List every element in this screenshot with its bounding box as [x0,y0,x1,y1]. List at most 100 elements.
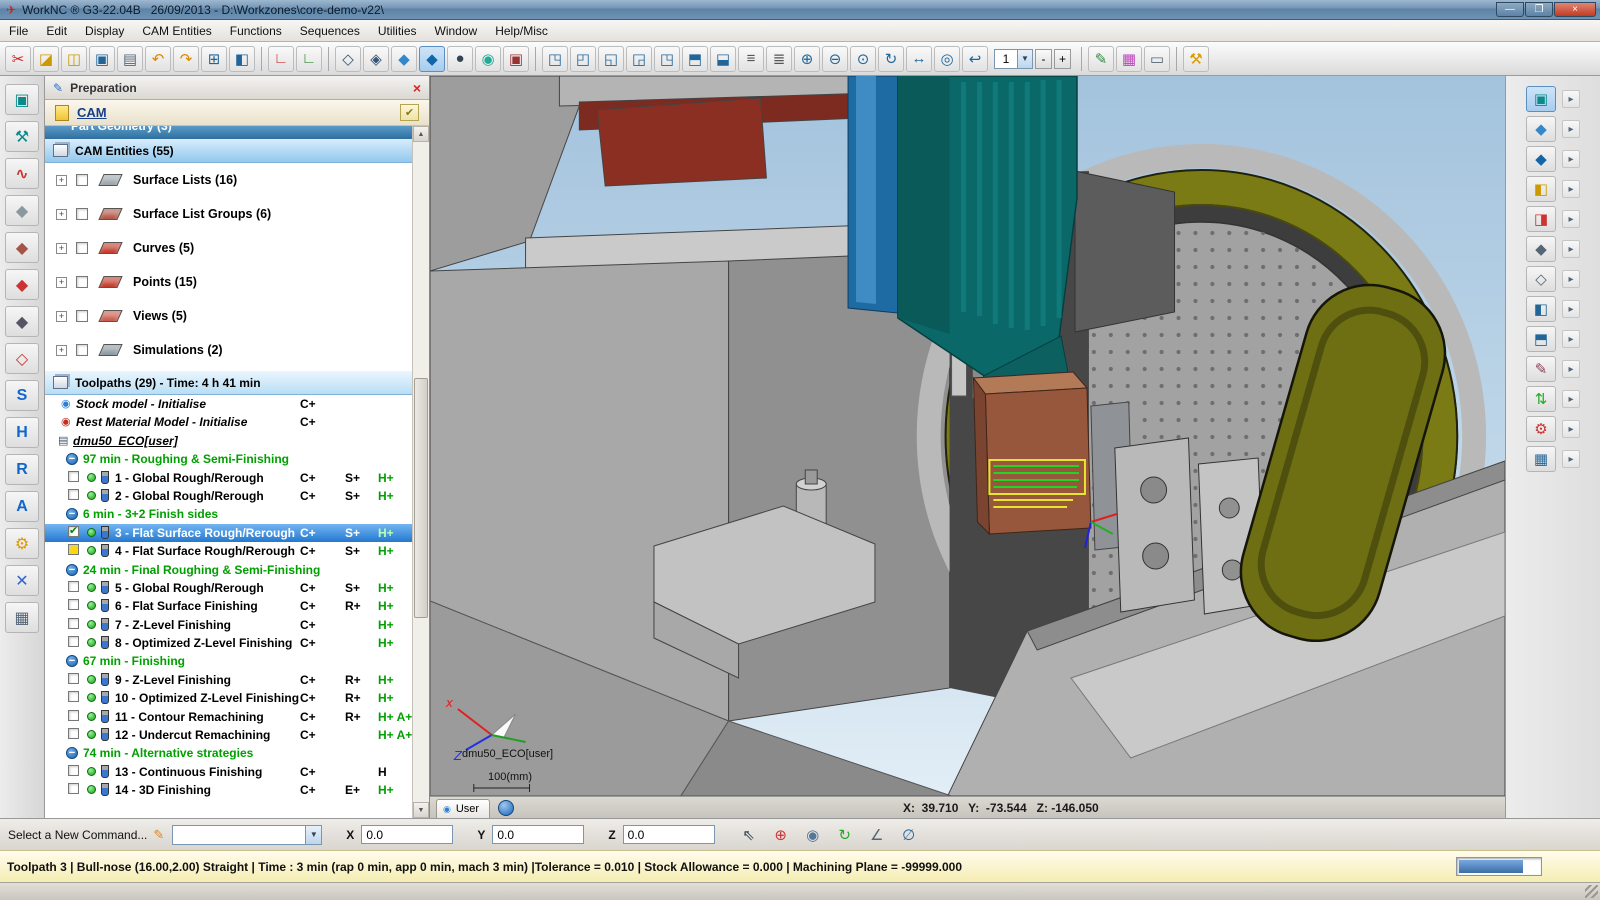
toolpath-row[interactable]: 7 - Z-Level FinishingC+H+ [45,616,412,634]
view-back-icon[interactable]: ◱ [598,46,624,72]
menu-item-sequences[interactable]: Sequences [291,21,369,41]
layer-dropdown-icon[interactable]: ▼ [1018,49,1033,69]
screenshot-icon[interactable]: ▣ [503,46,529,72]
remove-material-icon-aux[interactable]: ▸ [1562,240,1580,258]
remove-material-icon[interactable]: ◆ [1526,236,1556,262]
color-palette-icon[interactable]: ▦ [1116,46,1142,72]
collapse-icon[interactable]: − [66,747,78,759]
shaded-edges-view-icon[interactable]: ◆ [419,46,445,72]
layer-increment-button[interactable]: + [1054,49,1071,69]
surface-red-icon[interactable]: ◆ [5,269,39,300]
entity-row-curves[interactable]: +Curves (5) [45,231,412,265]
entity-checkbox[interactable] [76,344,88,356]
orbit-view-icon[interactable]: ◉ [801,823,825,847]
toolpath-row[interactable]: 11 - Contour RemachiningC+R+H+ A+ [45,708,412,726]
view-sphere-button[interactable] [498,800,514,816]
report-icon[interactable]: ≡ [738,46,764,72]
open-workzone-icon[interactable]: ◫ [61,46,87,72]
grid-icon[interactable]: ⊞ [201,46,227,72]
toolpath-row[interactable]: ◉Stock model - InitialiseC+ [45,395,412,413]
scrollbar-thumb[interactable] [414,378,428,618]
toolpath-group-row[interactable]: −24 min - Final Roughing & Semi-Finishin… [45,561,412,579]
refresh-sim-icon-aux[interactable]: ▸ [1562,420,1580,438]
zoom-in-icon[interactable]: ⊕ [794,46,820,72]
toolpath-row[interactable]: 1 - Global Rough/ReroughC+S+H+ [45,469,412,487]
user-view-tab[interactable]: ◉ User [436,799,490,818]
scroll-up-button[interactable]: ▲ [413,126,429,142]
delete-mode-icon[interactable]: ✕ [5,565,39,596]
surface-outline-icon[interactable]: ◇ [5,343,39,374]
machine-sim-icon-aux[interactable]: ▸ [1562,90,1580,108]
toolpath-row[interactable]: 10 - Optimized Z-Level FinishingC+R+H+ [45,689,412,707]
shaded-cube-icon[interactable]: ◆ [1526,146,1556,172]
transparency-icon[interactable]: ◇ [1526,266,1556,292]
toolpath-checkbox[interactable]: ✔ [68,526,79,537]
menu-item-window[interactable]: Window [426,21,487,41]
undo-icon[interactable]: ↶ [145,46,171,72]
entity-checkbox[interactable] [76,208,88,220]
expand-icon[interactable]: + [56,209,67,220]
zoom-region-icon[interactable]: ⊕ [769,823,793,847]
menu-item-display[interactable]: Display [76,21,133,41]
entity-row-surface-lists[interactable]: +Surface Lists (16) [45,163,412,197]
x-input[interactable] [361,825,453,844]
toolpath-row[interactable]: 8 - Optimized Z-Level FinishingC+H+ [45,634,412,652]
tool-assembly-icon[interactable]: ⚒ [5,121,39,152]
section-view-icon[interactable]: ◧ [1526,296,1556,322]
dynamic-view-icon[interactable]: ⬒ [1526,326,1556,352]
s-mode-icon[interactable]: S [5,380,39,411]
part-geometry-header[interactable]: Part Geometry (3) [45,126,412,139]
surface-shaded-icon[interactable]: ◆ [5,232,39,263]
toolpath-checkbox[interactable] [68,765,79,776]
refresh-view-icon[interactable]: ↻ [833,823,857,847]
zoom-fit-icon[interactable]: ⊙ [850,46,876,72]
expand-icon[interactable]: + [56,175,67,186]
machine-sim-icon[interactable]: ▣ [1526,86,1556,112]
stock-tool-icon[interactable]: ⚙ [5,528,39,559]
toolpath-row[interactable]: 14 - 3D FinishingC+E+H+ [45,781,412,799]
previous-view-icon[interactable]: ↩ [962,46,988,72]
toolpath-checkbox[interactable] [68,599,79,610]
shaded-cube-icon-aux[interactable]: ▸ [1562,150,1580,168]
menu-item-functions[interactable]: Functions [221,21,291,41]
entity-checkbox[interactable] [76,174,88,186]
toolpath-checkbox[interactable] [68,581,79,592]
axis-system-icon[interactable]: ∟ [268,46,294,72]
h-mode-icon[interactable]: H [5,417,39,448]
collision-check-icon[interactable]: ◨ [1526,206,1556,232]
view-top-icon[interactable]: ⬒ [682,46,708,72]
measure-angle-icon[interactable]: ∠ [865,823,889,847]
surface-dark-icon[interactable]: ◆ [5,306,39,337]
toolpath-checkbox[interactable] [68,618,79,629]
zoom-window-icon[interactable]: ⊖ [822,46,848,72]
viewport-layout-icon[interactable]: ◧ [229,46,255,72]
close-panel-button[interactable]: × [413,80,421,96]
collapse-icon[interactable]: − [66,508,78,520]
toolpath-group-row[interactable]: −74 min - Alternative strategies [45,744,412,762]
cam-apply-button[interactable]: ✔ [400,104,419,121]
toolpath-checkbox[interactable] [68,728,79,739]
redo-icon[interactable]: ↷ [173,46,199,72]
toolpath-row[interactable]: 12 - Undercut RemachiningC+H+ A+ [45,726,412,744]
toolpath-checkbox[interactable] [68,783,79,794]
hide-panel-icon[interactable]: ▦ [1526,446,1556,472]
toolpath-row[interactable]: 9 - Z-Level FinishingC+R+H+ [45,671,412,689]
expand-icon[interactable]: + [56,243,67,254]
center-view-icon[interactable]: ◎ [934,46,960,72]
view-bottom-icon[interactable]: ⬓ [710,46,736,72]
y-input[interactable] [492,825,584,844]
menu-item-file[interactable]: File [0,21,37,41]
maximize-button[interactable]: ❐ [1525,2,1553,17]
resize-grip[interactable] [1585,885,1598,898]
stock-model-view-icon-aux[interactable]: ▸ [1562,180,1580,198]
knife-icon[interactable]: ✂ [5,46,31,72]
pan-view-icon[interactable]: ↔ [906,46,932,72]
toolpath-group-row[interactable]: −67 min - Finishing [45,652,412,670]
entity-checkbox[interactable] [76,242,88,254]
machining-wizard-icon[interactable]: ⚒ [1183,46,1209,72]
open-folder-icon[interactable]: ◪ [33,46,59,72]
viewport-3d[interactable]: x Z dmu50_ECO[user] 100(mm) [430,76,1505,796]
tree-scrollbar[interactable]: ▲ ▼ [412,126,429,818]
hidden-line-view-icon[interactable]: ◈ [363,46,389,72]
cam-entities-header[interactable]: CAM Entities (55) [45,139,412,163]
